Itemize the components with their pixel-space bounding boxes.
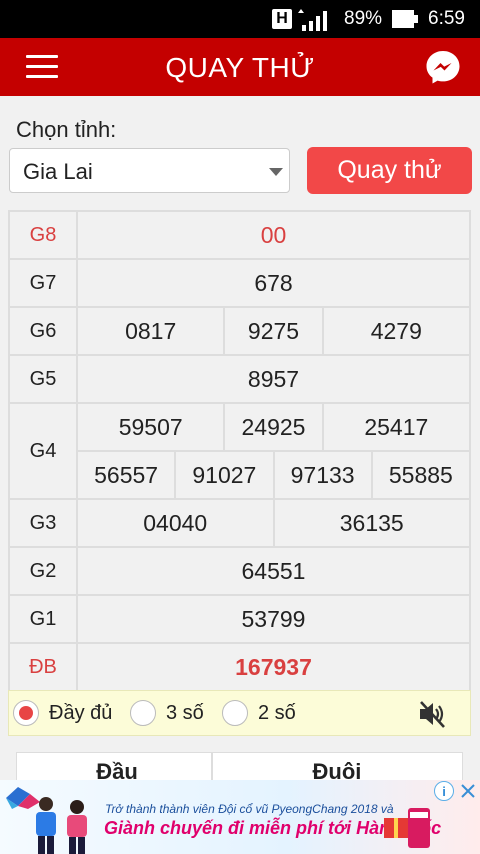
- table-row: G3 04040 36135: [8, 498, 471, 548]
- ad-info-icon[interactable]: i: [434, 781, 454, 801]
- province-label: Chọn tỉnh:: [16, 117, 117, 142]
- special-prize-value: 167937: [76, 642, 471, 692]
- page-title: QUAY THỬ: [165, 52, 315, 83]
- ad-banner[interactable]: Trở thành thành viên Đội cổ vũ PyeongCha…: [0, 780, 480, 854]
- prize-label: G5: [8, 354, 78, 404]
- radio-2-digits[interactable]: [222, 700, 248, 726]
- messenger-icon[interactable]: [425, 49, 461, 85]
- prize-value: 00: [76, 210, 471, 260]
- app-bar: QUAY THỬ: [0, 38, 480, 96]
- table-row: G8 00: [8, 210, 471, 260]
- radio-3-digits[interactable]: [130, 700, 156, 726]
- prize-label: G3: [8, 498, 78, 548]
- prize-label: G7: [8, 258, 78, 308]
- prize-value: 55885: [370, 450, 472, 500]
- speaker-muted-icon[interactable]: [416, 698, 448, 730]
- table-row: G4 59507 24925 25417: [8, 402, 472, 500]
- prize-value: 97133: [272, 450, 373, 500]
- signal-icon: [298, 9, 327, 31]
- bottom-tabs: Đầu Đuôi: [16, 752, 463, 780]
- prize-label: G6: [8, 306, 78, 356]
- ad-person-icon: [67, 800, 87, 854]
- dropdown-arrow-icon: [269, 168, 283, 176]
- province-select-value: Gia Lai: [23, 159, 93, 184]
- prize-label: G2: [8, 546, 78, 596]
- table-row: G7 678: [8, 258, 471, 308]
- prize-value: 36135: [272, 498, 471, 548]
- option-2-digits-label: 2 số: [258, 701, 296, 724]
- ad-close-icon[interactable]: [458, 781, 478, 801]
- province-select[interactable]: Gia Lai: [9, 148, 290, 193]
- content-area: Chọn tỉnh: Gia Lai Quay thử G8 00 G7 678…: [0, 96, 480, 780]
- prize-value: 24925: [223, 402, 324, 452]
- option-full-label: Đầy đủ: [49, 701, 113, 724]
- tab-divider: [211, 753, 213, 780]
- prize-value: 59507: [75, 402, 226, 452]
- prize-value: 25417: [321, 402, 472, 452]
- prize-value: 8957: [76, 354, 471, 404]
- table-row: 56557 91027 97133 55885: [9, 450, 472, 500]
- status-bar: H 89% 6:59: [0, 0, 480, 38]
- ad-text-line1: Trở thành thành viên Đội cổ vũ PyeongCha…: [105, 802, 394, 816]
- tab-head[interactable]: Đầu: [17, 759, 217, 780]
- table-row: G5 8957: [8, 354, 471, 404]
- radio-full[interactable]: [13, 700, 39, 726]
- prize-value: 04040: [76, 498, 275, 548]
- tab-tail[interactable]: Đuôi: [237, 759, 437, 780]
- spin-button[interactable]: Quay thử: [307, 147, 472, 194]
- prize-value: 91027: [174, 450, 275, 500]
- prize-value: 56557: [75, 450, 177, 500]
- table-row: G1 53799: [8, 594, 471, 644]
- clock: 6:59: [428, 8, 465, 29]
- prize-value: 64551: [76, 546, 471, 596]
- table-row: G2 64551: [8, 546, 471, 596]
- option-full[interactable]: Đầy đủ: [13, 698, 112, 728]
- gift-icon: [384, 808, 430, 848]
- prize-value: 4279: [321, 306, 472, 356]
- prize-label: ĐB: [8, 642, 78, 692]
- h-network-icon: H: [272, 9, 292, 29]
- prize-label: G4: [8, 402, 78, 500]
- option-3-digits[interactable]: 3 số: [130, 698, 204, 728]
- prize-value: 678: [76, 258, 471, 308]
- prize-value: 0817: [75, 306, 226, 356]
- prize-value: 53799: [76, 594, 471, 644]
- option-3-digits-label: 3 số: [166, 701, 204, 724]
- battery-icon: [392, 10, 418, 28]
- option-2-digits[interactable]: 2 số: [222, 698, 296, 728]
- results-table: G8 00 G7 678 G6 0817 9275 4279 G5 8957 G…: [8, 210, 472, 692]
- prize-label: G8: [8, 210, 78, 260]
- prize-value: 9275: [223, 306, 324, 356]
- table-row: G6 0817 9275 4279: [8, 306, 472, 356]
- table-row: ĐB 167937: [8, 642, 471, 692]
- ad-person-icon: [36, 797, 56, 854]
- display-options: Đầy đủ 3 số 2 số: [8, 690, 471, 736]
- prize-label: G1: [8, 594, 78, 644]
- battery-percent: 89%: [344, 8, 383, 29]
